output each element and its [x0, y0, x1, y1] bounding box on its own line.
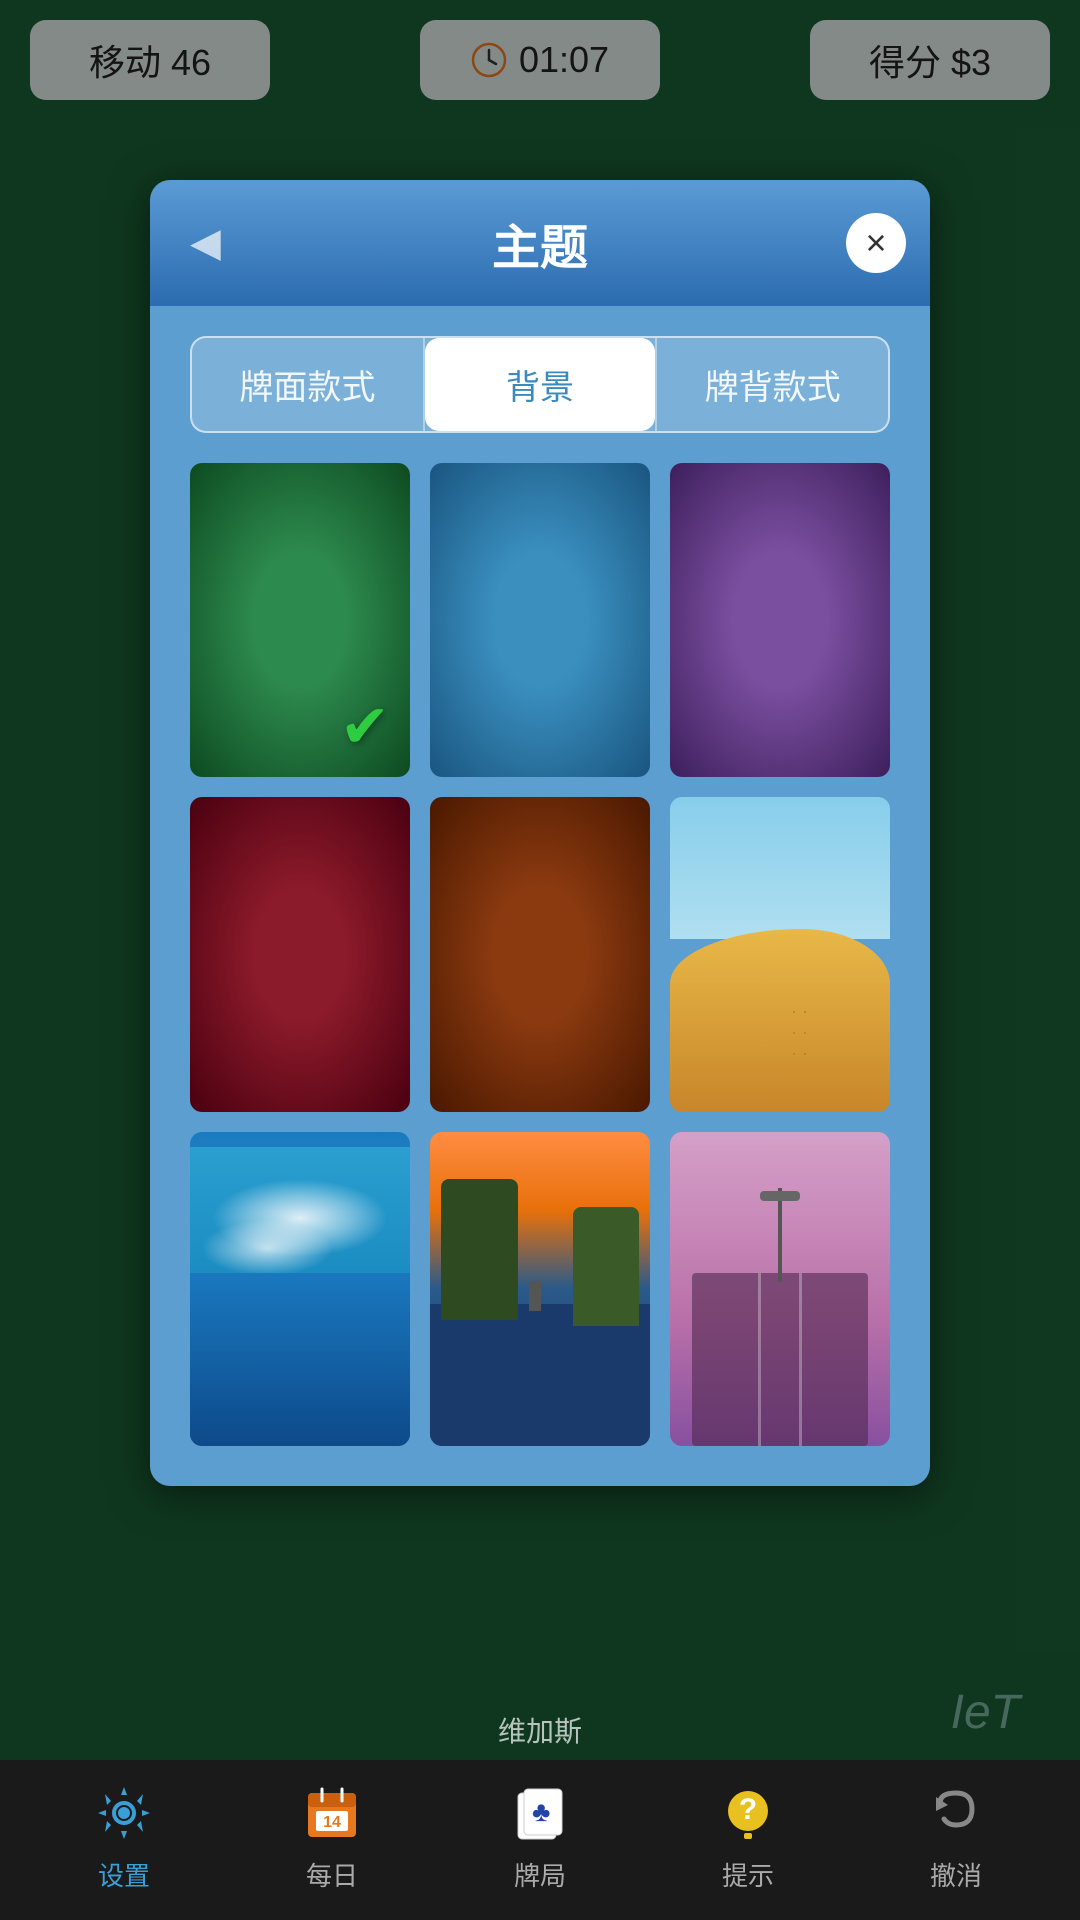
ocean-water [190, 1273, 410, 1446]
theme-brown[interactable] [430, 797, 650, 1111]
theme-grid: ✔ [190, 463, 890, 1446]
cliff-left [441, 1179, 518, 1320]
daily-label: 每日 [306, 1856, 358, 1893]
bottom-item-hint[interactable]: ? 提示 [644, 1778, 852, 1893]
theme-blue-bg [430, 463, 650, 777]
settings-label: 设置 [98, 1856, 150, 1893]
theme-pier[interactable] [670, 1132, 890, 1446]
modal-overlay: ◀ 主题 ▶ × 牌面款式 背景 牌背款式 [0, 0, 1080, 1920]
modal-title: 主题 [221, 208, 859, 278]
tab-bar: 牌面款式 背景 牌背款式 [190, 336, 890, 433]
footprints-icon: · ·· ·· · [791, 1001, 808, 1064]
theme-brown-bg [430, 797, 650, 1111]
bottom-item-daily[interactable]: 14 每日 [228, 1778, 436, 1893]
desert-sky [670, 797, 890, 938]
bottom-item-game[interactable]: ♣ ♣ 牌局 [436, 1778, 644, 1893]
svg-text:?: ? [739, 1793, 757, 1826]
tab-card-back[interactable]: 牌背款式 [657, 338, 888, 431]
selected-checkmark: ✔ [340, 697, 390, 757]
bottom-item-settings[interactable]: 设置 [20, 1778, 228, 1893]
theme-purple-bg [670, 463, 890, 777]
figure [529, 1281, 541, 1311]
desert-sand [670, 929, 890, 1111]
theme-red[interactable] [190, 797, 410, 1111]
gear-icon [89, 1778, 159, 1848]
theme-red-bg [190, 797, 410, 1111]
undo-icon [921, 1778, 991, 1848]
svg-text:♣: ♣ [532, 1796, 550, 1827]
tab-background[interactable]: 背景 [425, 338, 656, 431]
theme-modal: ◀ 主题 ▶ × 牌面款式 背景 牌背款式 [150, 180, 930, 1486]
tab-background-label: 背景 [506, 369, 574, 407]
vegas-label: 维加斯 [0, 1710, 1080, 1750]
svg-text:14: 14 [323, 1814, 341, 1831]
close-icon: × [865, 225, 886, 261]
watermark: IeT [951, 1685, 1020, 1740]
theme-purple[interactable] [670, 463, 890, 777]
cliff-right [573, 1207, 639, 1326]
lamp-head [760, 1191, 800, 1201]
calendar-icon: 14 [297, 1778, 367, 1848]
theme-blue[interactable] [430, 463, 650, 777]
theme-ocean[interactable] [190, 1132, 410, 1446]
lamp-post [778, 1188, 782, 1282]
cloud-2 [201, 1220, 333, 1277]
undo-label: 撤消 [930, 1856, 982, 1893]
modal-body: 牌面款式 背景 牌背款式 ✔ [150, 306, 930, 1486]
game-label: 牌局 [514, 1856, 566, 1893]
bottom-bar: 设置 14 每日 ♣ ♣ 牌局 [0, 1760, 1080, 1920]
prev-arrow[interactable]: ◀ [190, 220, 221, 266]
close-button[interactable]: × [846, 213, 906, 273]
hint-icon: ? [713, 1778, 783, 1848]
tab-card-face[interactable]: 牌面款式 [192, 338, 423, 431]
modal-header: ◀ 主题 ▶ × [150, 180, 930, 306]
pier-rails [758, 1273, 802, 1446]
cards-icon: ♣ ♣ [505, 1778, 575, 1848]
tab-card-back-label: 牌背款式 [705, 369, 841, 407]
theme-cliff[interactable] [430, 1132, 650, 1446]
tab-card-face-label: 牌面款式 [239, 369, 375, 407]
theme-desert[interactable]: · ·· ·· · [670, 797, 890, 1111]
bottom-item-undo[interactable]: 撤消 [852, 1778, 1060, 1893]
theme-green[interactable]: ✔ [190, 463, 410, 777]
hint-label: 提示 [722, 1856, 774, 1893]
